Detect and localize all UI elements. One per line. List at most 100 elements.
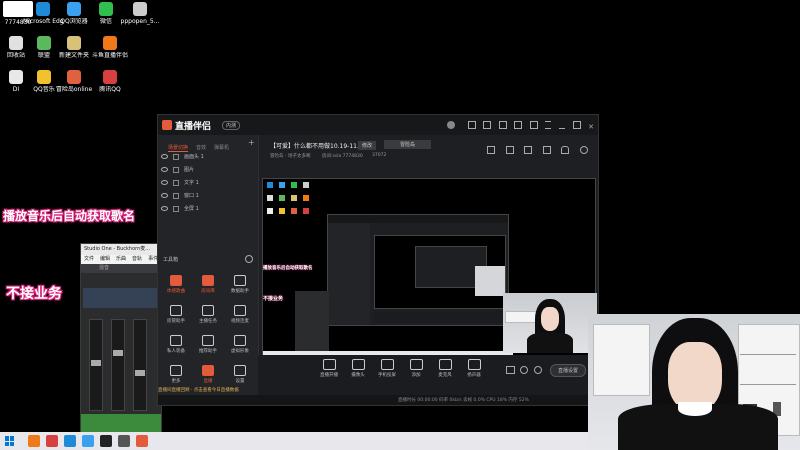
tool-icon [202, 335, 214, 346]
tool-label: 更多 [171, 379, 181, 384]
headset-icon[interactable] [467, 121, 476, 129]
eye-icon[interactable] [161, 154, 168, 159]
tool-item[interactable]: 私人装备 [161, 335, 191, 354]
tool-label: 房间库 [201, 289, 215, 294]
desktop-icon-10[interactable]: 冒险岛online [54, 70, 94, 93]
toolbox-more-icon[interactable] [245, 255, 253, 263]
eye-icon[interactable] [161, 193, 168, 198]
bottom-tool-icon [351, 359, 365, 370]
tool-item[interactable]: 更多 [161, 365, 191, 384]
eye-icon[interactable] [161, 167, 168, 172]
tool-item[interactable]: 体感歌曲 [161, 275, 191, 294]
layer-item[interactable]: 窗口 1 [161, 192, 199, 199]
category-select[interactable]: 冒险岛 [384, 140, 432, 149]
minimize-icon[interactable] [559, 124, 566, 129]
avatar[interactable] [447, 121, 456, 129]
maximize-icon[interactable] [572, 121, 581, 129]
tool-item[interactable]: 直播 [193, 365, 223, 384]
live-streaming-app[interactable]: 直播伴侣 内测 ✕ 场景切换 音效 弹幕机 + 画面头 1 图片 文字 1 窗口 1 全屏 … [157, 114, 599, 406]
taskbar-app-7-icon[interactable] [136, 435, 148, 447]
add-tab-icon[interactable]: + [248, 138, 255, 147]
taskbar-app-2-icon[interactable] [46, 435, 58, 447]
lock-icon[interactable] [173, 166, 179, 173]
lock-icon[interactable] [173, 192, 179, 199]
tool-icon [234, 365, 246, 376]
video-icon[interactable] [506, 366, 515, 374]
tool-label: 直播 [203, 379, 213, 384]
gear-icon[interactable] [534, 366, 542, 374]
shirt-icon[interactable] [483, 121, 492, 129]
lock-icon[interactable] [173, 205, 179, 212]
tool-item[interactable]: 推荐助手 [193, 335, 223, 354]
close-icon[interactable]: ✕ [588, 123, 594, 131]
layer-item[interactable]: 全屏 1 [161, 205, 199, 212]
gift-icon[interactable] [498, 121, 507, 129]
studio-one-window[interactable]: Studio One - Buckhorn麦... 文件 编辑 乐曲 音轨 事件 混音 [80, 243, 162, 435]
studio-menu: 文件 编辑 乐曲 音轨 事件 [81, 255, 161, 264]
bottom-tool-icon [409, 359, 423, 370]
desktop-icon-6[interactable]: 新建文件夹 [54, 36, 94, 59]
bottom-tool[interactable]: 扬声器 [461, 359, 487, 378]
nested-overlay-1: 播放音乐后自动获取歌名 [263, 266, 313, 271]
nested-app-window [327, 214, 509, 326]
eye-icon[interactable] [161, 206, 168, 211]
taskbar-app-6-icon[interactable] [118, 435, 130, 447]
settings-icon[interactable] [529, 121, 538, 129]
eye-icon[interactable] [161, 180, 168, 185]
share-icon[interactable] [580, 146, 588, 154]
bottom-tool[interactable]: 直播开播 [316, 359, 342, 378]
layer-item[interactable]: 图片 [161, 166, 194, 173]
scene-tab-0[interactable]: 场景切换 [168, 144, 189, 152]
studio-tab[interactable]: 混音 [81, 264, 161, 273]
desktop-icon-11[interactable]: 腾讯QQ [90, 70, 130, 93]
tool-item[interactable]: 设置 [225, 365, 255, 384]
lock-icon[interactable] [173, 153, 179, 160]
bottom-tool[interactable]: 添加 [403, 359, 429, 378]
mail-icon[interactable] [514, 121, 523, 129]
tool-item[interactable]: 数据助手 [225, 275, 255, 294]
start-icon[interactable] [5, 436, 15, 446]
menu-icon[interactable] [545, 121, 552, 129]
go-live-button[interactable]: 直播设置 [550, 364, 587, 377]
taskbar-app-3-icon[interactable] [64, 435, 76, 447]
studio-menu-item[interactable]: 乐曲 [116, 256, 126, 262]
desktop-icon-3[interactable]: pppopen_5... [120, 2, 160, 25]
layer-item[interactable]: 画面头 1 [161, 153, 204, 160]
studio-menu-item[interactable]: 音轨 [132, 256, 142, 262]
taskbar-app-1-icon[interactable] [28, 435, 40, 447]
studio-fader-3[interactable] [133, 319, 147, 411]
edit-title-button[interactable]: 修改 [358, 141, 377, 150]
chart-icon[interactable] [542, 146, 551, 154]
studio-fader-1[interactable] [89, 319, 103, 411]
studio-fader-2[interactable] [111, 319, 125, 411]
bottom-tool[interactable]: 手机投屏 [374, 359, 400, 378]
lock-icon[interactable] [505, 146, 514, 154]
scene-tab-1[interactable]: 音效 [196, 144, 206, 151]
bottom-tool-label: 手机投屏 [378, 373, 396, 378]
bottom-tool[interactable]: 麦克风 [432, 359, 458, 378]
studio-menu-item[interactable]: 文件 [84, 256, 94, 262]
studio-menu-item[interactable]: 编辑 [100, 256, 110, 262]
desktop-app-icon [37, 70, 51, 84]
tool-item[interactable]: 虚拟形象 [225, 335, 255, 354]
stream-title[interactable]: 【可爱】什么都不用做10.19-11.1 [270, 141, 363, 150]
notice-bar[interactable]: 直播间直播回顾 · 点击查看今日直播数据 [158, 387, 258, 395]
lock-icon[interactable] [173, 179, 179, 186]
tool-item[interactable]: 房管助手 [161, 305, 191, 324]
desktop-icon-7[interactable]: 斗鱼直播伴侣 [90, 36, 130, 59]
nested-overlay-2: 不接业务 [263, 296, 284, 302]
taskbar-app-4-icon[interactable] [82, 435, 94, 447]
tool-item[interactable]: 视频连麦 [225, 305, 255, 324]
tool-icon [202, 365, 214, 376]
screenshot-icon[interactable] [487, 146, 496, 154]
taskbar-app-5-icon[interactable] [100, 435, 112, 447]
layer-item[interactable]: 文字 1 [161, 179, 199, 186]
desktop-icon-label: pppopen_5... [120, 18, 160, 25]
mic-settings-icon[interactable] [520, 366, 528, 374]
tool-item[interactable]: 房间库 [193, 275, 223, 294]
scene-tab-2[interactable]: 弹幕机 [214, 144, 229, 151]
tool-item[interactable]: 主播任务 [193, 305, 223, 324]
bell-icon[interactable] [561, 146, 570, 154]
bottom-tool[interactable]: 摄像头 [345, 359, 371, 378]
record-icon[interactable] [524, 146, 533, 154]
